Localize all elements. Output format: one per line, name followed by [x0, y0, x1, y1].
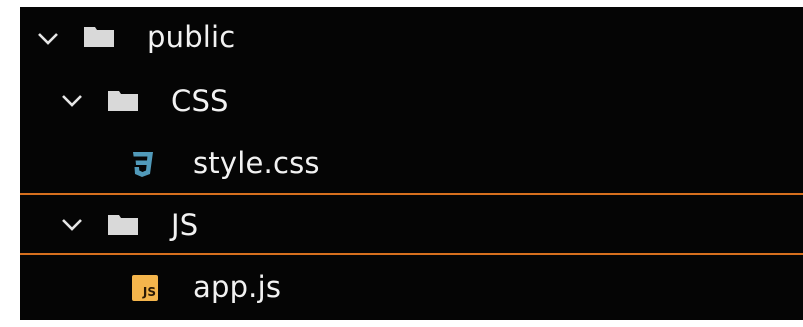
tree-item-label: public	[147, 20, 236, 54]
tree-item-label: JS	[171, 208, 199, 242]
chevron-down-icon[interactable]	[36, 26, 60, 50]
tree-item-css-folder[interactable]: CSS	[20, 69, 803, 131]
tree-item-label: CSS	[171, 84, 229, 118]
folder-icon	[84, 27, 114, 47]
tree-item-label: style.css	[193, 146, 320, 180]
css3-file-icon	[133, 152, 153, 177]
tree-item-public-folder[interactable]: public	[20, 7, 803, 69]
tree-item-app-js-file[interactable]: JS app.js	[20, 256, 803, 318]
folder-icon	[108, 215, 138, 235]
chevron-down-icon[interactable]	[60, 88, 84, 112]
tree-item-style-css-file[interactable]: style.css	[20, 131, 803, 193]
js-icon-badge: JS	[142, 285, 156, 299]
tree-item-js-folder[interactable]: JS	[20, 193, 803, 255]
folder-icon	[108, 91, 138, 111]
tree-item-label: app.js	[193, 270, 282, 304]
file-explorer-tree: public CSS style.css JS JS app.js	[20, 7, 803, 320]
js-file-icon: JS	[132, 275, 158, 301]
chevron-down-icon[interactable]	[60, 212, 84, 236]
